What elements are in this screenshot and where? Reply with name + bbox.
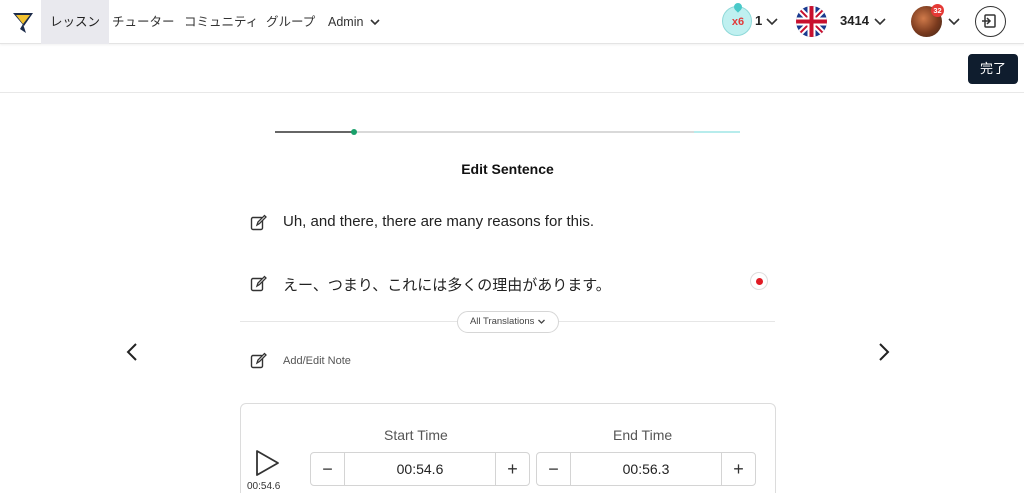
flame-icon xyxy=(732,1,744,13)
chevron-down-icon xyxy=(370,19,381,26)
sentence-row: Uh, and there, there are many reasons fo… xyxy=(240,207,775,237)
progress-fill xyxy=(275,131,354,133)
start-time-stepper: − + xyxy=(310,452,530,486)
points-count: 3414 xyxy=(840,13,869,28)
record-icon xyxy=(756,278,763,285)
next-arrow-icon[interactable] xyxy=(873,341,893,363)
edit-note-icon[interactable] xyxy=(250,352,267,369)
nav-item-admin[interactable]: Admin xyxy=(328,0,381,44)
sentence-text[interactable]: Uh, and there, there are many reasons fo… xyxy=(283,213,594,230)
nav-item-community[interactable]: コミュニティ xyxy=(184,0,258,44)
edit-icon[interactable] xyxy=(250,275,267,292)
all-translations-button[interactable]: All Translations xyxy=(457,311,559,333)
end-time-decrement-button[interactable]: − xyxy=(537,453,571,485)
end-time-stepper: − + xyxy=(536,452,756,486)
streak-multiplier: x6 xyxy=(731,16,745,28)
record-button[interactable] xyxy=(750,272,768,290)
logout-button[interactable] xyxy=(975,6,1006,37)
editor-header xyxy=(0,45,1024,93)
start-time-increment-button[interactable]: + xyxy=(495,453,529,485)
nav-item-groups[interactable]: グループ xyxy=(266,0,315,44)
done-button[interactable]: 完了 xyxy=(968,54,1018,84)
chevron-down-icon[interactable] xyxy=(873,14,887,28)
chevron-down-icon[interactable] xyxy=(765,14,779,28)
progress-marker[interactable] xyxy=(351,129,357,135)
nav-item-lessons[interactable]: レッスン xyxy=(41,0,110,44)
chevron-down-icon[interactable] xyxy=(947,14,961,28)
translation-row: えー、つまり、これには多くの理由があります。 xyxy=(240,268,775,298)
previous-arrow-icon[interactable] xyxy=(123,341,143,363)
start-time-decrement-button[interactable]: − xyxy=(311,453,345,485)
edit-icon[interactable] xyxy=(250,214,267,231)
start-time-input[interactable] xyxy=(345,453,495,485)
end-time-label: End Time xyxy=(613,427,673,443)
chevron-down-icon xyxy=(538,319,545,324)
logo-icon[interactable] xyxy=(10,9,36,35)
logout-icon xyxy=(982,14,996,28)
playback-time: 00:54.6 xyxy=(247,481,281,492)
uk-flag-icon[interactable] xyxy=(796,6,827,37)
nav-item-tutors[interactable]: チューター xyxy=(112,0,175,44)
translation-text[interactable]: えー、つまり、これには多くの理由があります。 xyxy=(283,274,611,295)
streak-count: 1 xyxy=(755,13,763,28)
streak-badge[interactable]: x6 xyxy=(722,1,752,36)
progress-track xyxy=(275,129,740,135)
notification-badge: 32 xyxy=(931,4,944,17)
top-navbar: レッスン チューター コミュニティ グループ Admin x6 1 3414 3… xyxy=(0,0,1024,44)
progress-tail xyxy=(694,131,740,133)
page-title: Edit Sentence xyxy=(461,161,554,177)
start-time-label: Start Time xyxy=(384,427,448,443)
end-time-input[interactable] xyxy=(571,453,721,485)
nav-admin-label: Admin xyxy=(328,15,364,29)
all-translations-label: All Translations xyxy=(469,316,535,327)
play-icon[interactable] xyxy=(253,448,281,478)
end-time-increment-button[interactable]: + xyxy=(721,453,755,485)
add-edit-note-link[interactable]: Add/Edit Note xyxy=(283,355,351,367)
